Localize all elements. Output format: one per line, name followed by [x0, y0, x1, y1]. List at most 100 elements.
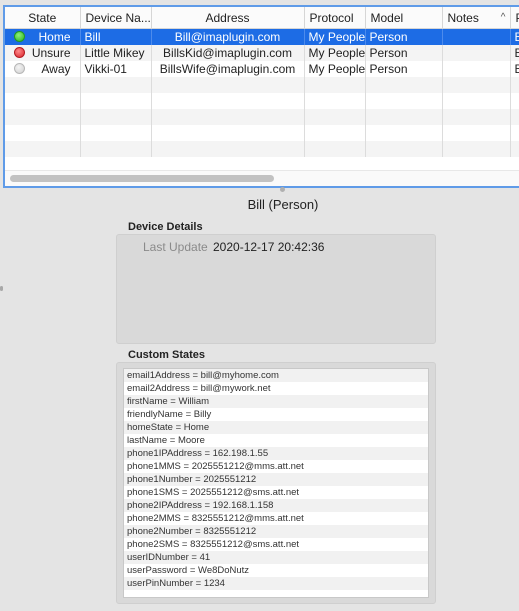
cell-protocol: My People [304, 45, 366, 61]
list-item[interactable]: phone1SMS = 2025551212@sms.att.net [124, 486, 428, 499]
last-update-value: 2020-12-17 20:42:36 [213, 240, 325, 254]
empty-cell [304, 77, 366, 93]
empty-cell [151, 93, 305, 109]
side-resize-handle[interactable] [0, 286, 3, 291]
cell-state: Home [5, 28, 81, 45]
empty-cell [151, 109, 305, 125]
empty-cell [5, 93, 81, 109]
empty-cell [5, 141, 81, 157]
empty-table-row [5, 141, 519, 157]
cell-device-name: Vikki-01 [80, 61, 152, 77]
last-update-label: Last Update [143, 240, 208, 254]
table-row[interactable]: Home Bill Bill@imaplugin.com My People Perso… [5, 28, 519, 45]
cell-state-label: Away [41, 62, 71, 76]
cell-model: Person [365, 61, 443, 77]
column-header-notes[interactable]: Notes ^ [442, 7, 511, 29]
column-header-notes-label: Notes [447, 10, 479, 25]
cell-model: Person [365, 45, 443, 61]
column-header-protocol[interactable]: Protocol [304, 7, 366, 29]
status-red-icon [14, 47, 25, 58]
list-item[interactable]: userIDNumber = 41 [124, 551, 428, 564]
column-header-address[interactable]: Address [151, 7, 305, 29]
empty-cell [365, 93, 443, 109]
list-item[interactable]: homeState = Home [124, 421, 428, 434]
status-gray-icon [14, 63, 25, 74]
empty-cell [365, 125, 443, 141]
list-item[interactable]: lastName = Moore [124, 434, 428, 447]
table-row[interactable]: Away Vikki-01 BillsWife@imaplugin.com My Pe… [5, 61, 519, 77]
list-item[interactable]: phone1Number = 2025551212 [124, 473, 428, 486]
device-title: Bill (Person) [247, 197, 319, 212]
column-header-model[interactable]: Model [365, 7, 443, 29]
empty-table-row [5, 93, 519, 109]
cell-extra: B [510, 61, 519, 77]
cell-address: Bill@imaplugin.com [151, 28, 305, 45]
list-item[interactable]: firstName = William [124, 395, 428, 408]
cell-address: BillsWife@imaplugin.com [151, 61, 305, 77]
empty-cell [80, 125, 152, 141]
cell-protocol: My People [304, 61, 366, 77]
empty-cell [510, 141, 519, 157]
cell-state-label: Home [38, 30, 71, 44]
empty-cell [80, 109, 152, 125]
empty-cell [510, 77, 519, 93]
column-header-device-name[interactable]: Device Na... [80, 7, 152, 29]
chevron-up-icon[interactable]: ^ [501, 12, 506, 23]
empty-cell [151, 125, 305, 141]
list-item[interactable]: friendlyName = Billy [124, 408, 428, 421]
table-header: State Device Na... Address Protocol Mode… [5, 7, 519, 29]
empty-cell [5, 77, 81, 93]
empty-cell [365, 77, 443, 93]
cell-protocol: My People [304, 28, 366, 45]
list-item[interactable]: phone1MMS = 2025551212@mms.att.net [124, 460, 428, 473]
cell-device-name: Little Mikey [80, 45, 152, 61]
cell-state-label: Unsure [31, 46, 71, 60]
status-green-icon [14, 31, 25, 42]
empty-cell [80, 141, 152, 157]
column-header-extra[interactable]: P [510, 7, 519, 29]
column-header-state[interactable]: State [5, 7, 81, 29]
empty-table-row [5, 125, 519, 141]
custom-states-panel: email1Address = bill@myhome.com email2Add… [116, 362, 436, 604]
list-item[interactable]: phone2Number = 8325551212 [124, 525, 428, 538]
cell-state: Unsure [5, 45, 81, 61]
empty-table-row [5, 109, 519, 125]
list-item[interactable]: userPinNumber = 1234 [124, 577, 428, 590]
empty-cell [510, 109, 519, 125]
empty-cell [365, 109, 443, 125]
list-item[interactable]: phone2SMS = 8325551212@sms.att.net [124, 538, 428, 551]
empty-cell [442, 93, 511, 109]
list-item[interactable]: phone2IPAddress = 192.168.1.158 [124, 499, 428, 512]
list-item[interactable]: email1Address = bill@myhome.com [124, 369, 428, 382]
cell-extra: B [510, 45, 519, 61]
device-details-label: Device Details [128, 221, 203, 233]
empty-cell [151, 77, 305, 93]
horizontal-scroll-track[interactable] [5, 170, 519, 186]
custom-states-label: Custom States [128, 349, 206, 361]
list-item[interactable]: phone1IPAddress = 162.198.1.55 [124, 447, 428, 460]
cell-notes [442, 45, 511, 61]
split-view-handle[interactable] [280, 187, 285, 192]
empty-cell [442, 77, 511, 93]
horizontal-scrollbar[interactable] [10, 175, 274, 182]
list-item[interactable]: phone2MMS = 8325551212@mms.att.net [124, 512, 428, 525]
empty-cell [151, 141, 305, 157]
empty-cell [5, 109, 81, 125]
empty-cell [304, 125, 366, 141]
cell-state: Away [5, 61, 81, 77]
empty-table-row [5, 77, 519, 93]
cell-model: Person [365, 28, 443, 45]
cell-extra: B [510, 28, 519, 45]
empty-cell [304, 109, 366, 125]
cell-notes [442, 28, 511, 45]
device-table-grid: State Device Na... Address Protocol Mode… [5, 7, 519, 157]
custom-states-list[interactable]: email1Address = bill@myhome.com email2Add… [123, 368, 429, 598]
device-table[interactable]: State Device Na... Address Protocol Mode… [3, 5, 519, 188]
cell-notes [442, 61, 511, 77]
list-item[interactable]: userPassword = We8DoNutz [124, 564, 428, 577]
table-row[interactable]: Unsure Little Mikey BillsKid@imaplugin.com… [5, 45, 519, 61]
empty-cell [304, 141, 366, 157]
empty-cell [80, 77, 152, 93]
empty-cell [510, 93, 519, 109]
list-item[interactable]: email2Address = bill@mywork.net [124, 382, 428, 395]
